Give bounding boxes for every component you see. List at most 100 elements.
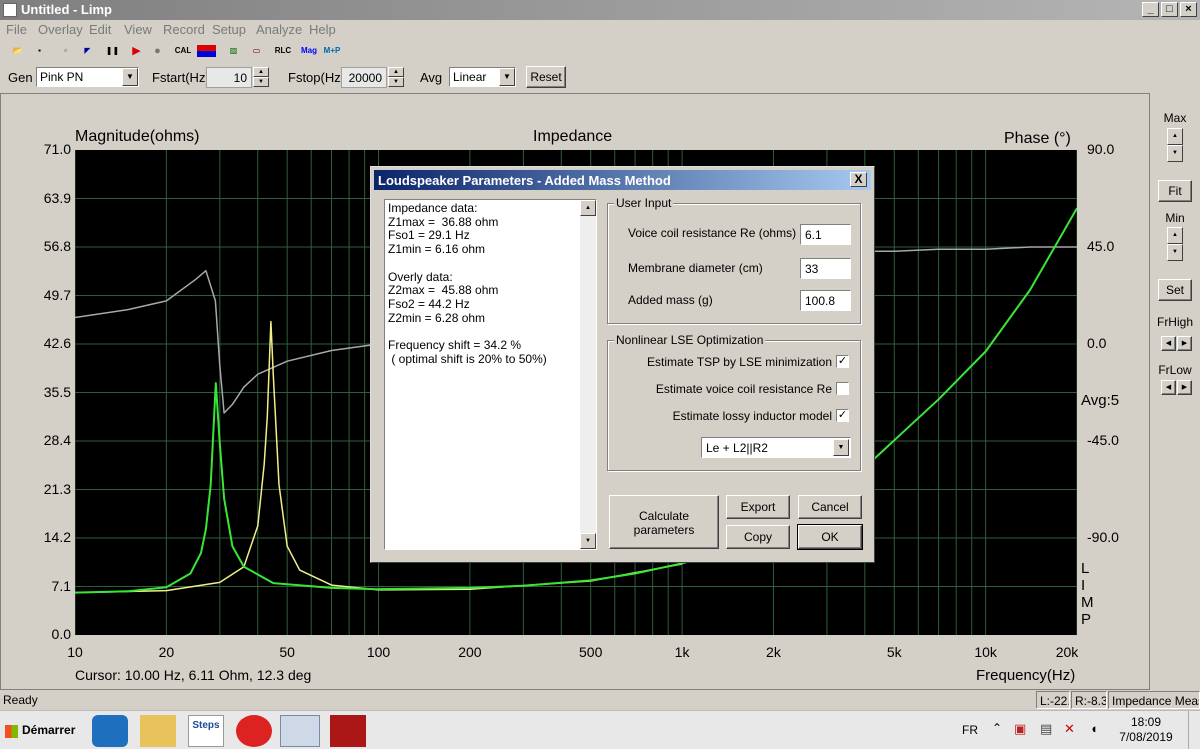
y-tick-label: 7.1 bbox=[51, 577, 71, 594]
chevron-down-icon[interactable]: ▼ bbox=[122, 68, 138, 86]
y-tick-label: 49.7 bbox=[43, 286, 71, 303]
gen-select[interactable]: Pink PN ▼ bbox=[36, 67, 139, 87]
lse-opt1-checkbox[interactable]: ✓ bbox=[836, 355, 849, 368]
fit-button[interactable]: Fit bbox=[1158, 180, 1192, 202]
diameter-input[interactable]: 33 bbox=[800, 258, 851, 279]
spin-down-icon[interactable]: ▼ bbox=[388, 77, 404, 87]
avg-select[interactable]: Linear ▼ bbox=[449, 67, 516, 87]
rlc-button[interactable]: RLC bbox=[272, 42, 294, 60]
network-icon[interactable]: ✕ bbox=[1064, 721, 1075, 737]
fstop-spinner[interactable]: ▲ ▼ bbox=[388, 67, 404, 88]
menu-overlay[interactable]: Overlay bbox=[38, 22, 83, 37]
calculate-parameters-button[interactable]: Calculate parameters bbox=[609, 495, 719, 549]
app-c-icon[interactable] bbox=[236, 715, 272, 747]
spin-up-icon[interactable]: ▲ bbox=[388, 67, 404, 77]
re-input[interactable]: 6.1 bbox=[800, 224, 851, 245]
toolbar: 📂 ▪ ▫ ◤ ❚❚ ▶ ● CAL ▨ ▭ RLC Mag M+P bbox=[0, 40, 1200, 62]
frlow-right-icon[interactable]: ▶ bbox=[1177, 380, 1192, 395]
pause-icon[interactable]: ❚❚ bbox=[103, 42, 122, 60]
spin-down-icon[interactable]: ▼ bbox=[253, 77, 269, 87]
x-tick-label: 10 bbox=[67, 644, 83, 660]
mass-label: Added mass (g) bbox=[628, 293, 713, 307]
cursor-readout: Cursor: 10.00 Hz, 6.11 Ohm, 12.3 deg bbox=[75, 667, 312, 683]
max-spinner[interactable]: ▲ ▼ bbox=[1167, 128, 1183, 162]
fstart-input[interactable]: 10 bbox=[206, 67, 252, 88]
play-icon[interactable]: ▶ bbox=[127, 42, 146, 60]
export-button[interactable]: Export bbox=[726, 495, 790, 519]
lse-opt3-checkbox[interactable]: ✓ bbox=[836, 409, 849, 422]
clock[interactable]: 18:09 7/08/2019 bbox=[1115, 715, 1177, 745]
start-button[interactable]: Démarrer bbox=[2, 717, 82, 745]
tray-expand-icon[interactable]: ⌃ bbox=[992, 721, 1002, 735]
open-icon[interactable]: 📂 bbox=[8, 42, 27, 60]
menu-view[interactable]: View bbox=[124, 22, 152, 37]
maximize-button[interactable]: □ bbox=[1161, 2, 1178, 17]
steps-app-icon[interactable]: Steps bbox=[188, 715, 224, 747]
frhigh-left-icon[interactable]: ◀ bbox=[1161, 336, 1176, 351]
language-indicator[interactable]: FR bbox=[962, 723, 978, 737]
show-desktop-button[interactable] bbox=[1188, 711, 1200, 749]
mag-button[interactable]: Mag bbox=[298, 42, 320, 60]
fstop-input[interactable]: 20000 bbox=[341, 67, 387, 88]
frlow-left-icon[interactable]: ◀ bbox=[1161, 380, 1176, 395]
copy-button[interactable]: Copy bbox=[726, 525, 790, 549]
inductor-model-select[interactable]: Le + L2||R2 ▼ bbox=[701, 437, 851, 458]
folder-icon[interactable] bbox=[140, 715, 176, 747]
close-button[interactable]: × bbox=[1180, 2, 1197, 17]
start-label: Démarrer bbox=[22, 723, 76, 737]
memo-line: Fso2 = 44.2 Hz bbox=[388, 296, 470, 311]
memo-line: Overly data: bbox=[388, 269, 453, 284]
min-spinner[interactable]: ▲ ▼ bbox=[1167, 227, 1183, 261]
spin-up-icon[interactable]: ▲ bbox=[253, 67, 269, 77]
color-icon[interactable] bbox=[197, 45, 216, 57]
chevron-down-icon[interactable]: ▼ bbox=[833, 439, 849, 456]
mass-input[interactable]: 100.8 bbox=[800, 290, 851, 311]
menu-edit[interactable]: Edit bbox=[89, 22, 111, 37]
flag-icon[interactable]: ◤ bbox=[78, 42, 97, 60]
dialog-close-button[interactable]: X bbox=[850, 172, 867, 187]
memo-scrollbar[interactable]: ▲ ▼ bbox=[580, 200, 596, 549]
menu-analyze[interactable]: Analyze bbox=[256, 22, 302, 37]
scroll-down-icon[interactable]: ▼ bbox=[580, 533, 596, 549]
cal-button[interactable]: CAL bbox=[172, 42, 194, 60]
lse-opt2-checkbox[interactable] bbox=[836, 382, 849, 395]
spin-down-icon[interactable]: ▼ bbox=[1167, 145, 1183, 162]
frhigh-right-icon[interactable]: ▶ bbox=[1177, 336, 1192, 351]
spin-up-icon[interactable]: ▲ bbox=[1167, 227, 1183, 244]
save-icon[interactable]: ▪ bbox=[30, 42, 49, 60]
tray-app-icon[interactable]: ▣ bbox=[1014, 721, 1026, 737]
max-label: Max bbox=[1163, 111, 1187, 125]
chevron-down-icon[interactable]: ▼ bbox=[499, 68, 515, 86]
set-button[interactable]: Set bbox=[1158, 279, 1192, 301]
spin-down-icon[interactable]: ▼ bbox=[1167, 244, 1183, 261]
mag-phase-button[interactable]: M+P bbox=[321, 42, 343, 60]
x-tick-label: 20 bbox=[158, 644, 175, 660]
x-tick-label: 500 bbox=[579, 644, 603, 660]
cancel-button[interactable]: Cancel bbox=[798, 495, 862, 519]
limp-taskbar-icon[interactable] bbox=[280, 715, 320, 747]
record-icon[interactable]: ● bbox=[148, 42, 167, 60]
memo-line: Z1min = 6.16 ohm bbox=[388, 242, 486, 257]
y2-tick-label: -90.0 bbox=[1087, 529, 1119, 545]
ok-button[interactable]: OK bbox=[797, 524, 863, 550]
fstart-spinner[interactable]: ▲ ▼ bbox=[253, 67, 269, 88]
app-media-icon[interactable] bbox=[330, 715, 366, 747]
graph-icon[interactable]: ▭ bbox=[247, 42, 266, 60]
overlay-icon[interactable]: ▨ bbox=[224, 42, 243, 60]
menu-setup[interactable]: Setup bbox=[212, 22, 246, 37]
menu-record[interactable]: Record bbox=[163, 22, 205, 37]
fstop-label: Fstop(Hz) bbox=[288, 70, 346, 85]
spin-up-icon[interactable]: ▲ bbox=[1167, 128, 1183, 145]
menu-file[interactable]: File bbox=[6, 22, 27, 37]
media-player-icon[interactable] bbox=[92, 715, 128, 747]
volume-icon[interactable]: ◖ bbox=[1090, 721, 1098, 736]
x-tick-label: 200 bbox=[458, 644, 482, 660]
menu-help[interactable]: Help bbox=[309, 22, 336, 37]
y-tick-label: 21.3 bbox=[43, 480, 71, 497]
minimize-button[interactable]: _ bbox=[1142, 2, 1159, 17]
reset-button[interactable]: Reset bbox=[526, 66, 566, 88]
scroll-up-icon[interactable]: ▲ bbox=[580, 200, 596, 216]
results-memo[interactable]: Impedance data: Z1max = 36.88 ohm Fso1 = 2… bbox=[384, 199, 597, 550]
new-window-icon[interactable]: ▫ bbox=[56, 42, 75, 60]
printer-icon[interactable]: ▤ bbox=[1040, 721, 1052, 737]
